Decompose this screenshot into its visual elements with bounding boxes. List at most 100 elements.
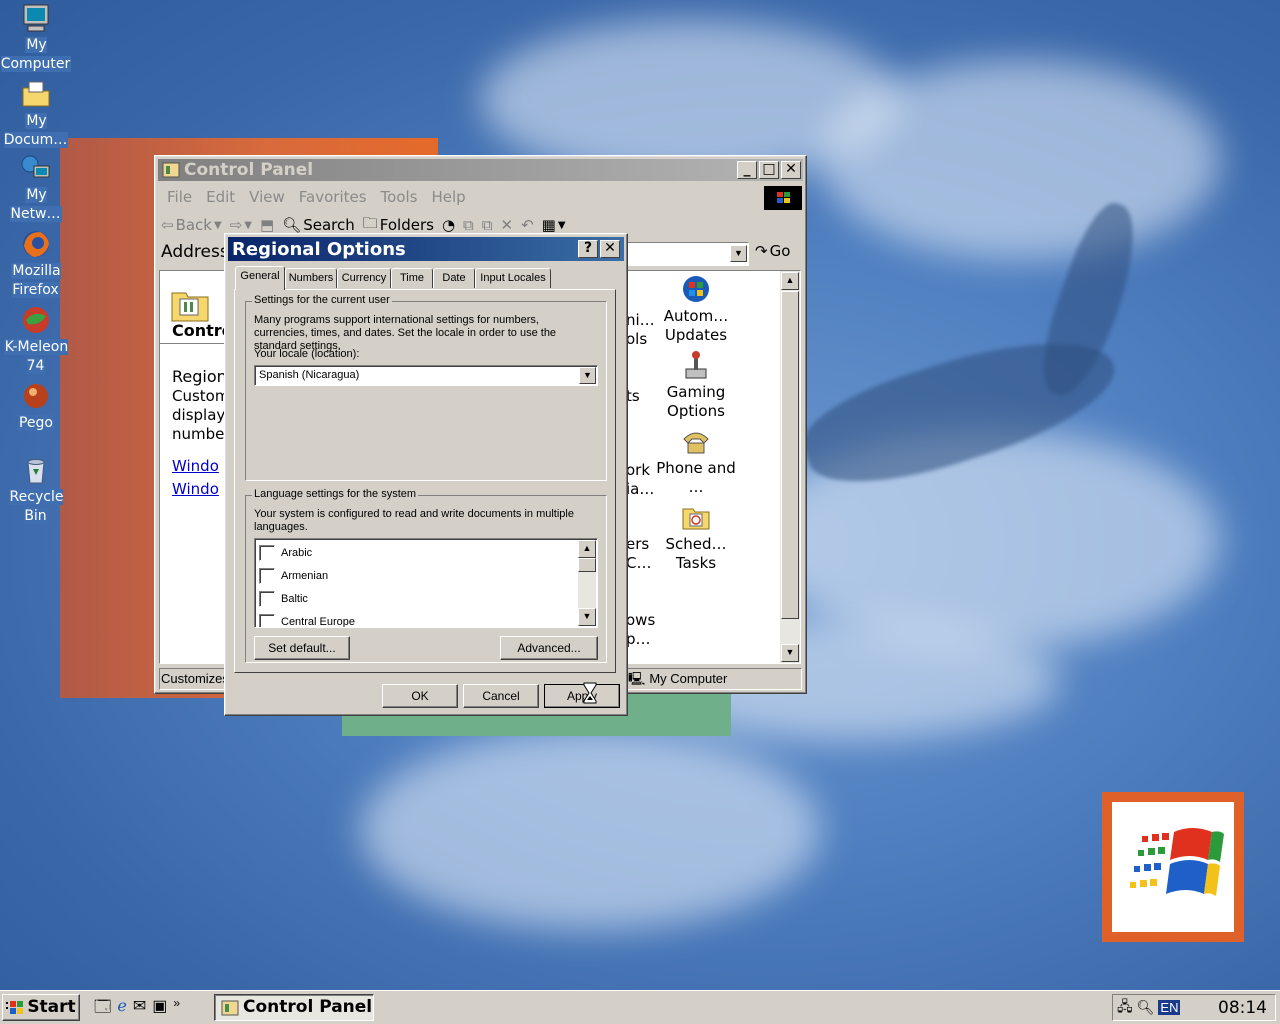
firefox-icon (23, 231, 49, 257)
checkbox-box[interactable] (259, 567, 275, 584)
quick-launch: 🗔 ℯ ✉ ▣ » (94, 996, 180, 1023)
locale-dropdown-button[interactable]: ▼ (579, 367, 596, 384)
tab-date[interactable]: Date (433, 268, 475, 288)
partial-item-label[interactable]: ork (626, 461, 654, 480)
cp-item-gaming-options[interactable]: Gaming Options (656, 349, 736, 421)
search-button[interactable]: 🔍︎ Search (282, 216, 355, 234)
regional-options-titlebar[interactable]: Regional Options ? ✕ (228, 237, 624, 261)
partial-item-label[interactable]: C… (626, 554, 651, 573)
go-button[interactable]: ↷ Go (755, 242, 790, 260)
language-checkbox-armenian[interactable]: Armenian (256, 564, 355, 587)
regional-options-dialog: Regional Options ? ✕ General Numbers Cur… (224, 233, 628, 716)
pego-icon (24, 384, 48, 408)
tray-icon[interactable]: 🔍︎ (1137, 999, 1155, 1016)
cp-item-phone-modem[interactable]: Phone and … (656, 425, 736, 497)
control-panel-titlebar[interactable]: Control Panel _ □ ✕ (158, 159, 803, 181)
partial-item-label[interactable]: ers (626, 535, 651, 554)
maximize-button[interactable]: □ (759, 161, 779, 179)
language-checkbox-central-europe[interactable]: Central Europe (256, 610, 355, 627)
language-checkbox-baltic[interactable]: Baltic (256, 587, 355, 610)
system-language-legend: Language settings for the system (252, 488, 419, 500)
copy-to-button[interactable]: ⧉ (482, 216, 493, 234)
menu-edit[interactable]: Edit (200, 186, 243, 208)
desktop-icon-firefox[interactable]: Mozilla Firefox (0, 228, 72, 300)
views-button[interactable]: ▦ ▼ (542, 216, 566, 234)
scroll-down-button[interactable]: ▼ (781, 644, 799, 662)
desktop-icon-recycle-bin[interactable]: Recycle Bin (0, 454, 72, 526)
help-button[interactable]: ? (578, 240, 598, 258)
apply-button[interactable]: Apply (544, 684, 620, 708)
cp-item-automatic-updates[interactable]: Autom… Updates (656, 273, 736, 345)
cancel-button[interactable]: Cancel (463, 684, 539, 708)
partial-item-label[interactable]: ni… (626, 311, 655, 330)
checkbox-box[interactable] (259, 613, 275, 627)
taskbar-task-control-panel[interactable]: Control Panel (214, 994, 374, 1021)
scroll-thumb[interactable] (578, 558, 596, 572)
menu-tools[interactable]: Tools (375, 186, 426, 208)
language-list[interactable]: Arabic Armenian Baltic Central Europe ▲ … (254, 538, 598, 628)
up-folder-button[interactable]: ⬒ (260, 216, 274, 234)
windows-update-icon (683, 276, 709, 302)
scroll-thumb[interactable] (781, 291, 799, 619)
history-button[interactable]: ◔ (442, 216, 455, 234)
left-pane-link[interactable]: Windo (172, 455, 219, 478)
system-tray: 🖧 🔍︎ EN 08:14 (1112, 994, 1276, 1021)
partial-item-label[interactable]: ows (626, 611, 655, 630)
close-button[interactable]: ✕ (781, 161, 801, 179)
network-tray-icon[interactable]: 🖧 (1117, 996, 1133, 1020)
show-desktop-icon[interactable]: 🗔 (94, 996, 111, 1023)
scroll-up-button[interactable]: ▲ (578, 540, 596, 558)
undo-button[interactable]: ↶ (521, 216, 534, 234)
chevron-down-icon: ▼ (583, 370, 592, 380)
menu-favorites[interactable]: Favorites (293, 186, 375, 208)
address-field[interactable]: ▼ (625, 242, 749, 266)
locale-select[interactable]: Spanish (Nicaragua) ▼ (254, 365, 598, 386)
partial-item-label[interactable]: p… (626, 630, 655, 649)
minimize-button[interactable]: _ (737, 161, 757, 179)
move-to-button[interactable]: ⧉ (463, 216, 474, 234)
set-default-button[interactable]: Set default... (254, 636, 350, 660)
menu-view[interactable]: View (243, 186, 293, 208)
advanced-button[interactable]: Advanced... (500, 636, 598, 660)
menu-file[interactable]: File (161, 186, 200, 208)
checkbox-box[interactable] (259, 544, 275, 561)
desktop-icon-kmeleon[interactable]: K-Meleon 74 (0, 304, 72, 376)
forward-button[interactable]: ⇨ ▼ (230, 216, 252, 234)
tab-general[interactable]: General (235, 266, 285, 290)
outlook-express-icon[interactable]: ✉ (133, 996, 146, 1023)
delete-button[interactable]: ✕ (500, 216, 513, 234)
clock[interactable]: 08:14 (1218, 998, 1267, 1018)
address-dropdown-button[interactable]: ▼ (730, 245, 747, 262)
tab-currency[interactable]: Currency (337, 268, 391, 288)
checkbox-box[interactable] (259, 590, 275, 607)
cp-item-scheduled-tasks[interactable]: Sched… Tasks (656, 501, 736, 573)
scroll-up-button[interactable]: ▲ (781, 272, 799, 290)
left-pane-desc-line: display (172, 406, 226, 424)
content-scrollbar[interactable]: ▲ ▼ (780, 271, 800, 663)
language-list-scrollbar[interactable]: ▲ ▼ (578, 540, 596, 626)
quick-launch-more-icon[interactable]: » (173, 996, 180, 1023)
scroll-down-button[interactable]: ▼ (578, 608, 596, 626)
tab-input-locales[interactable]: Input Locales (475, 268, 551, 288)
taskbar: Start 🗔 ℯ ✉ ▣ » Control Panel 🖧 🔍︎ EN 08… (0, 990, 1280, 1024)
desktop-icon-pego[interactable]: Pego (0, 380, 72, 433)
desktop-icon-my-documents[interactable]: My Docum… (0, 78, 72, 150)
menu-help[interactable]: Help (426, 186, 474, 208)
language-checkbox-arabic[interactable]: Arabic (256, 541, 355, 564)
partial-item-label[interactable]: ts (626, 387, 640, 405)
start-button[interactable]: Start (2, 994, 80, 1021)
tab-numbers[interactable]: Numbers (285, 268, 337, 288)
folder-icon (22, 81, 50, 107)
tab-time[interactable]: Time (391, 268, 433, 288)
internet-explorer-icon[interactable]: ℯ (117, 996, 126, 1023)
left-pane-link[interactable]: Windo (172, 478, 219, 501)
desktop-icon-my-computer[interactable]: My Computer (0, 2, 72, 74)
ok-button[interactable]: OK (382, 684, 458, 708)
media-icon[interactable]: ▣ (152, 996, 167, 1023)
dialog-close-button[interactable]: ✕ (600, 240, 620, 258)
partial-item-label[interactable]: ols (626, 330, 655, 349)
language-indicator[interactable]: EN (1158, 1000, 1181, 1015)
back-button[interactable]: ⇦ Back ▼ (161, 216, 222, 234)
desktop-icon-my-network[interactable]: My Netw… (0, 152, 72, 224)
partial-item-label[interactable]: ia… (626, 480, 654, 499)
